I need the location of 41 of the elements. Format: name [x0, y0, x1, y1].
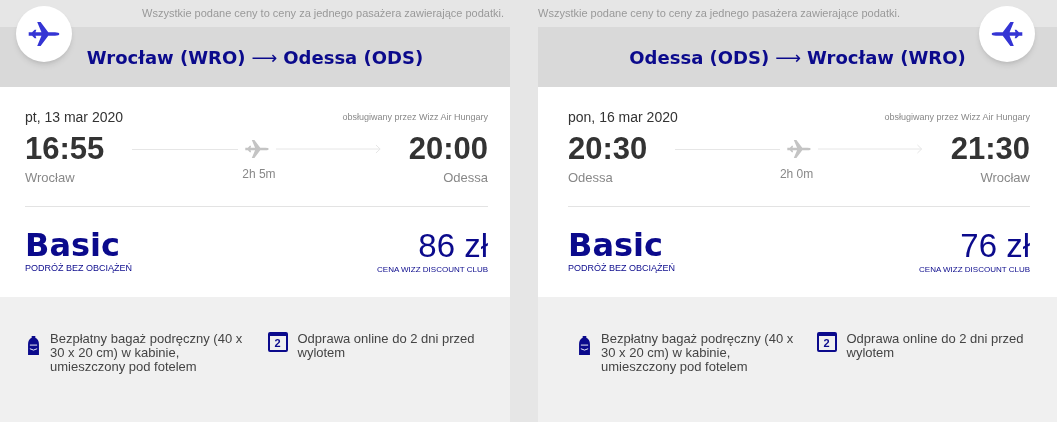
arrival-city: Wrocław: [980, 169, 1030, 187]
fare-name: Basic: [25, 228, 120, 263]
arrival-city: Odessa: [443, 169, 488, 187]
fare-name: Basic: [568, 228, 663, 263]
calendar-icon: 2: [267, 332, 288, 352]
flight-duration: 2h 5m: [242, 165, 276, 183]
plane-icon: [786, 139, 812, 159]
departure-time: 20:30: [568, 130, 648, 168]
origin-airport: Wrocław (WRO): [86, 45, 246, 70]
price-note: CENA WIZZ DISCOUNT CLUB: [919, 264, 1030, 276]
destination-airport: Wrocław (WRO): [807, 45, 966, 70]
calendar-icon: 2: [816, 332, 837, 352]
destination-airport: Odessa (ODS): [283, 45, 424, 70]
price-notice: Wszystkie podane ceny to ceny za jednego pasażera zawierające podatki.: [142, 6, 504, 22]
price-note: CENA WIZZ DISCOUNT CLUB: [377, 264, 488, 276]
feature-text: Bezpłatny bagaż podręczny (40 x 30 x 20 cm) w kabinie, umieszczony pod fotelem: [601, 332, 795, 374]
origin-airport: Odessa (ODS): [629, 45, 770, 70]
departure-time: 16:55: [25, 130, 105, 168]
backpack-icon: [578, 336, 591, 356]
arrival-time: 20:00: [408, 130, 488, 168]
feature-text: Odprawa online do 2 dni przed wylotem: [846, 332, 1025, 360]
operator-note: obsługiwany przez Wizz Air Hungary: [884, 110, 1030, 124]
departure-city: Odessa: [568, 169, 613, 187]
feature-text: Bezpłatny bagaż podręczny (40 x 30 x 20 cm) w kabinie, umieszczony pod fotelem: [50, 332, 244, 374]
fare-subtitle: PODRÓŻ BEZ OBCIĄŻEŃ: [568, 262, 675, 276]
price-notice: Wszystkie podane ceny to ceny za jednego pasażera zawierające podatki.: [538, 6, 900, 22]
arrow-line-icon: [275, 144, 381, 154]
route-arrow: ⟶: [775, 45, 802, 70]
flight-date: pon, 16 mar 2020: [568, 108, 678, 127]
departure-city: Wrocław: [25, 169, 75, 187]
operator-note: obsługiwany przez Wizz Air Hungary: [342, 110, 488, 124]
backpack-icon: [27, 336, 40, 356]
flight-date: pt, 13 mar 2020: [25, 108, 124, 127]
feature-text: Odprawa online do 2 dni przed wylotem: [297, 332, 476, 360]
arrival-time: 21:30: [950, 130, 1030, 168]
route-arrow: ⟶: [251, 45, 278, 70]
flight-duration: 2h 0m: [779, 165, 814, 183]
fare-subtitle: PODRÓŻ BEZ OBCIĄŻEŃ: [25, 262, 132, 276]
fare-price: 86 zł: [418, 228, 488, 264]
plane-icon: [243, 139, 270, 159]
fare-price: 76 zł: [960, 228, 1030, 264]
